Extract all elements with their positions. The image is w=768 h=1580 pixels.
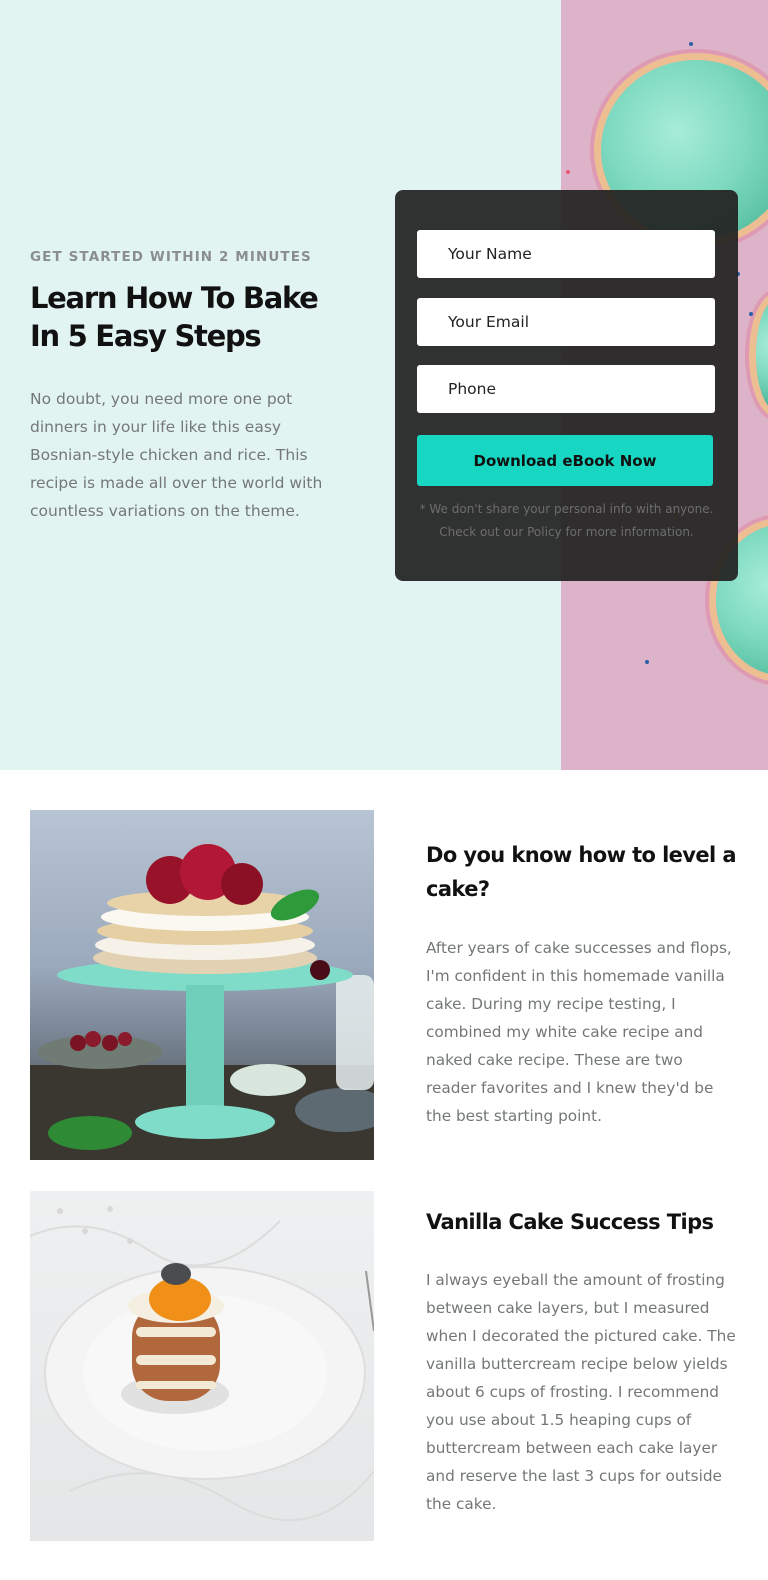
feature-title: Do you know how to level a cake? bbox=[426, 843, 737, 901]
layered-cake-illustration bbox=[30, 844, 374, 1160]
hero-eyebrow: GET STARTED WITHIN 2 MINUTES bbox=[30, 249, 312, 265]
mini-cake-on-plate-photo bbox=[30, 1191, 374, 1541]
download-ebook-button[interactable]: Download eBook Now bbox=[417, 435, 713, 486]
layered-cake-on-stand-photo bbox=[30, 810, 374, 1160]
email-field[interactable] bbox=[417, 298, 715, 346]
hero-intro: GET STARTED WITHIN 2 MINUTES Learn How T… bbox=[30, 249, 340, 525]
sprinkle bbox=[566, 170, 570, 174]
mini-cake-illustration bbox=[30, 1206, 374, 1522]
sprinkle bbox=[749, 312, 753, 316]
phone-field[interactable] bbox=[417, 365, 715, 413]
feature-body: After years of cake successes and flops,… bbox=[426, 939, 732, 1125]
hero-section: GET STARTED WITHIN 2 MINUTES Learn How T… bbox=[0, 0, 768, 770]
name-field[interactable] bbox=[417, 230, 715, 278]
feature-title: Vanilla Cake Success Tips bbox=[426, 1210, 714, 1234]
feature-body: I always eyeball the amount of frosting … bbox=[426, 1271, 736, 1513]
privacy-disclaimer: * We don't share your personal info with… bbox=[419, 502, 714, 539]
ebook-signup-form: Download eBook Now * We don't share your… bbox=[395, 190, 738, 581]
hero-headline: Learn How To Bake In 5 Easy Steps bbox=[30, 281, 319, 353]
sprinkle bbox=[689, 42, 693, 46]
sprinkle bbox=[645, 660, 649, 664]
cupcake-middle bbox=[756, 300, 768, 410]
hero-description: No doubt, you need more one pot dinners … bbox=[30, 390, 323, 520]
